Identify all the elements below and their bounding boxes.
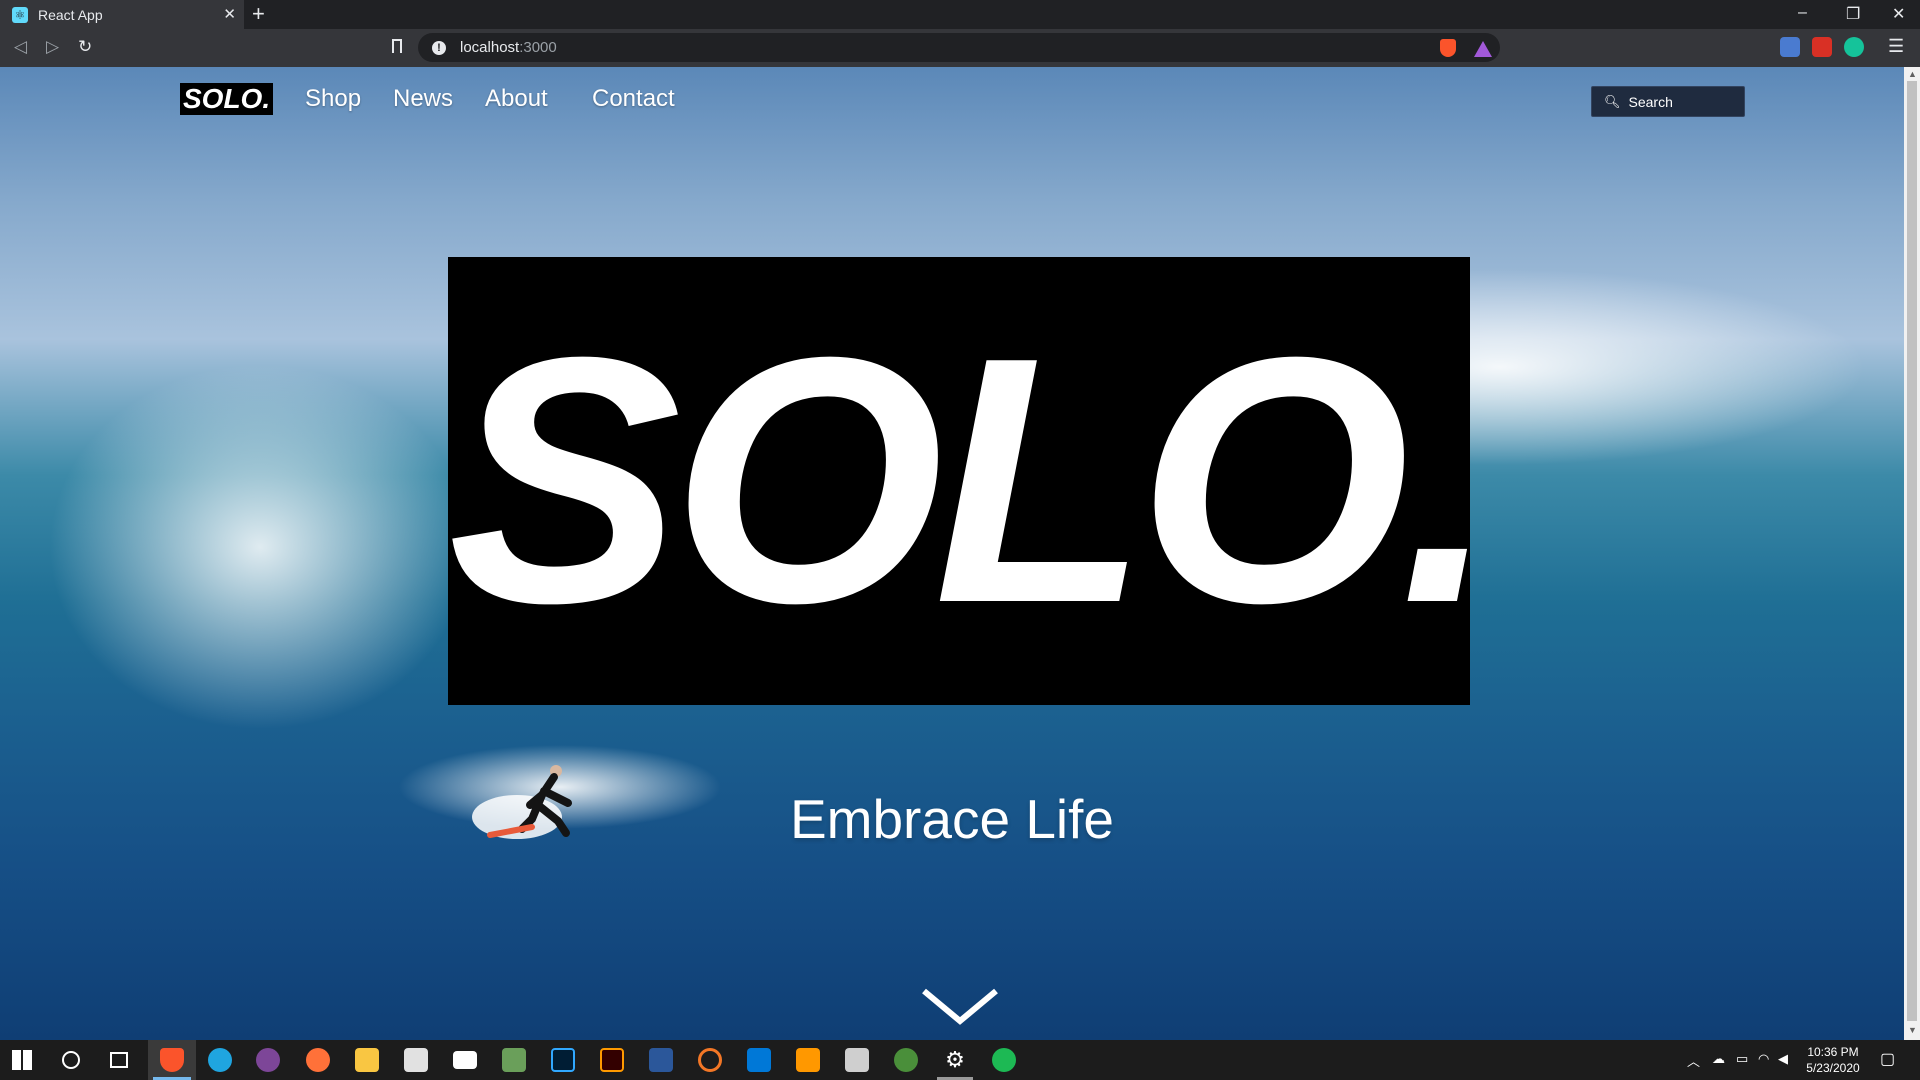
mpk-mini-icon[interactable]: [845, 1048, 869, 1072]
menu-icon[interactable]: ☰: [1888, 36, 1904, 57]
onedrive-icon[interactable]: ☁: [1712, 1051, 1725, 1067]
tab-close-icon[interactable]: ✕: [223, 5, 236, 23]
xampp-icon[interactable]: [502, 1048, 526, 1072]
clock-date: 5/23/2020: [1806, 1061, 1860, 1075]
task-view-icon[interactable]: [110, 1052, 128, 1068]
battery-icon[interactable]: ▭: [1736, 1051, 1748, 1067]
firefox-icon[interactable]: [306, 1048, 330, 1072]
tor-icon[interactable]: [256, 1048, 280, 1072]
scroll-down-arrow-icon[interactable]: ▼: [1908, 1025, 1917, 1035]
hero-logo-box: SOLO.: [448, 257, 1470, 705]
vscode-icon[interactable]: [747, 1048, 771, 1072]
file-explorer-icon[interactable]: [355, 1048, 379, 1072]
windows-start-icon[interactable]: [12, 1050, 32, 1070]
site-info-icon[interactable]: !: [432, 40, 446, 55]
reload-icon[interactable]: ↻: [78, 37, 92, 57]
word-icon[interactable]: [649, 1048, 673, 1072]
edge-icon[interactable]: [208, 1048, 232, 1072]
page-viewport: SOLO. Shop News About Contact 🔍︎ Search …: [0, 67, 1904, 1040]
search-icon: 🔍︎: [1604, 93, 1621, 109]
restore-button[interactable]: ❐: [1846, 4, 1860, 24]
mail-icon[interactable]: [453, 1051, 477, 1069]
translate-extension-icon[interactable]: [1780, 37, 1800, 57]
windows-taskbar: ⚙ ︿ ☁ ▭ ◠ ◀ 10:36 PM 5/23/2020 ▢: [0, 1040, 1920, 1080]
new-tab-button[interactable]: +: [252, 3, 265, 25]
wifi-icon[interactable]: ◠: [1758, 1051, 1769, 1067]
brave-icon[interactable]: [160, 1048, 184, 1072]
brave-shields-icon[interactable]: [1440, 39, 1456, 57]
sublime-icon[interactable]: [796, 1048, 820, 1072]
search-placeholder: Search: [1628, 93, 1673, 110]
brand-logo[interactable]: SOLO.: [180, 83, 274, 115]
photoshop-icon[interactable]: [551, 1048, 575, 1072]
tray-expand-icon[interactable]: ︿: [1687, 1051, 1700, 1070]
nav-link-shop[interactable]: Shop: [305, 85, 361, 113]
browser-tab[interactable]: ⚛ React App ✕: [0, 0, 244, 29]
grammarly-icon[interactable]: [1844, 37, 1864, 57]
page-scrollbar[interactable]: ▲ ▼: [1904, 67, 1920, 1040]
clock-time: 10:36 PM: [1807, 1045, 1859, 1059]
settings-icon[interactable]: ⚙: [943, 1048, 967, 1072]
notification-center-icon[interactable]: ▢: [1880, 1049, 1895, 1069]
game-icon[interactable]: [894, 1048, 918, 1072]
address-bar[interactable]: ! localhost:3000: [418, 33, 1500, 62]
search-input[interactable]: 🔍︎ Search: [1591, 86, 1745, 117]
tagline: Embrace Life: [789, 788, 1115, 850]
window-close-button[interactable]: ✕: [1892, 4, 1905, 24]
store-icon[interactable]: [404, 1048, 428, 1072]
nav-link-news[interactable]: News: [393, 85, 453, 113]
url-text: localhost:3000: [460, 39, 557, 56]
nav-link-about[interactable]: About: [485, 85, 548, 113]
back-icon[interactable]: ◁: [14, 37, 27, 57]
browser-toolbar: ◁ ▷ ↻ ! localhost:3000 ☰: [0, 29, 1920, 67]
system-clock[interactable]: 10:36 PM 5/23/2020: [1798, 1044, 1868, 1076]
spotify-icon[interactable]: [992, 1048, 1016, 1072]
site-navbar: SOLO. Shop News About Contact 🔍︎ Search: [0, 67, 1904, 127]
hero-title: SOLO.: [448, 285, 1470, 676]
forward-icon[interactable]: ▷: [46, 37, 59, 57]
bookmark-icon[interactable]: [392, 39, 402, 53]
minimize-button[interactable]: –: [1798, 4, 1807, 22]
illustrator-icon[interactable]: [600, 1048, 624, 1072]
brave-rewards-icon[interactable]: [1474, 41, 1492, 57]
react-favicon-icon: ⚛: [12, 6, 28, 23]
scroll-down-chevron-icon[interactable]: [920, 987, 1000, 1027]
scroll-up-arrow-icon[interactable]: ▲: [1908, 69, 1917, 79]
scrollbar-thumb[interactable]: [1907, 81, 1917, 1021]
volume-icon[interactable]: ◀: [1778, 1051, 1788, 1067]
tab-title: React App: [38, 6, 103, 23]
nav-link-contact[interactable]: Contact: [592, 85, 675, 113]
jupyter-icon[interactable]: [698, 1048, 722, 1072]
cortana-icon[interactable]: [62, 1051, 80, 1069]
browser-tab-bar: ⚛ React App ✕ + – ❐ ✕: [0, 0, 1920, 29]
extension-icon[interactable]: [1812, 37, 1832, 57]
